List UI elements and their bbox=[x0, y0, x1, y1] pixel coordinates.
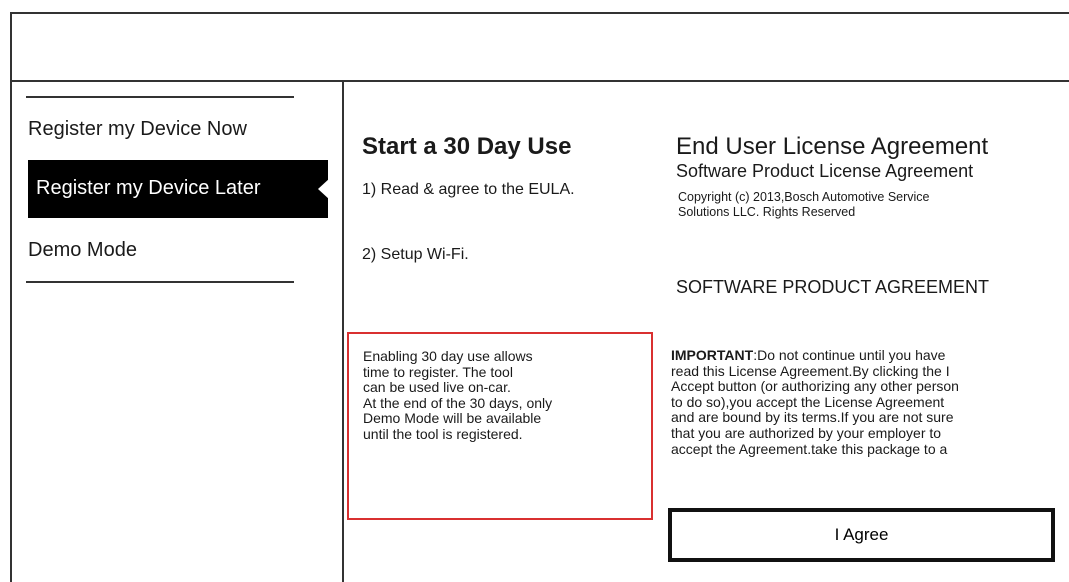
eula-line: and are bound by its terms.If you are no… bbox=[671, 409, 954, 426]
info-line: time to register. The tool bbox=[363, 363, 513, 380]
info-line: Demo Mode will be available bbox=[363, 410, 542, 426]
eula-line: read this License Agreement.By clicking … bbox=[671, 362, 950, 379]
step-read-eula: 1) Read & agree to the EULA. bbox=[362, 181, 575, 198]
page-title: Start a 30 Day Use bbox=[362, 133, 571, 161]
info-line: until the tool is registered. bbox=[363, 425, 523, 442]
step-setup-wifi: 2) Setup Wi-Fi. bbox=[362, 246, 469, 263]
eula-line: IMPORTANT:Do not continue until you have bbox=[671, 347, 959, 364]
eula-text[interactable]: IMPORTANT:Do not continue until you have… bbox=[671, 347, 959, 457]
info-callout: Enabling 30 day use allows time to regis… bbox=[347, 332, 653, 520]
sidebar-divider bbox=[342, 82, 344, 582]
eula-subtitle: Software Product License Agreement bbox=[676, 161, 974, 181]
page-title-text-end: Use bbox=[527, 133, 572, 160]
eula-important-label: IMPORTANT bbox=[671, 347, 754, 363]
info-line: can be used live on-car. bbox=[363, 379, 511, 395]
eula-title: End User License Agreement bbox=[676, 133, 989, 160]
header-bar bbox=[10, 12, 1069, 82]
sidebar-item-demo-mode[interactable]: Demo Mode bbox=[28, 238, 137, 262]
eula-first-line-rest: :Do not continue until you have bbox=[753, 347, 946, 363]
left-frame-border bbox=[10, 82, 12, 582]
sidebar-item-label: Register my Device Later bbox=[36, 177, 261, 199]
app-window: Register my Device Now Register my Devic… bbox=[0, 0, 1069, 582]
sidebar-top-rule bbox=[26, 96, 294, 98]
info-line: Enabling 30 day use allows bbox=[363, 348, 533, 364]
sidebar-bottom-rule bbox=[26, 281, 294, 283]
sidebar-item-register-later[interactable]: Register my Device Later bbox=[28, 160, 330, 218]
copyright-line: Solutions LLC. Rights Reserved bbox=[678, 205, 856, 219]
sidebar-item-register-now[interactable]: Register my Device Now bbox=[28, 117, 247, 141]
page-title-text: Start a 30 Day bbox=[362, 133, 528, 160]
eula-copyright: Copyright (c) 2013,Bosch Automotive Serv… bbox=[678, 190, 930, 220]
eula-line: that you are authorized by your employer… bbox=[671, 424, 942, 441]
eula-line: to do so),you accept the License Agreeme… bbox=[671, 393, 945, 410]
copyright-line: Copyright (c) 2013,Bosch Automotive Serv… bbox=[678, 190, 930, 204]
info-line: At the end of the 30 days, only bbox=[363, 394, 553, 411]
eula-heading: SOFTWARE PRODUCT AGREEMENT bbox=[676, 277, 990, 297]
eula-line: Accept button (or authorizing any other … bbox=[671, 378, 959, 395]
eula-line: accept the Agreement.take this package t… bbox=[671, 440, 948, 457]
i-agree-button[interactable]: I Agree bbox=[668, 508, 1055, 562]
sidebar-item-label: Register my Device Now bbox=[28, 118, 247, 140]
sidebar-item-label: Demo Mode bbox=[28, 239, 137, 261]
selection-pointer-icon bbox=[318, 178, 330, 200]
